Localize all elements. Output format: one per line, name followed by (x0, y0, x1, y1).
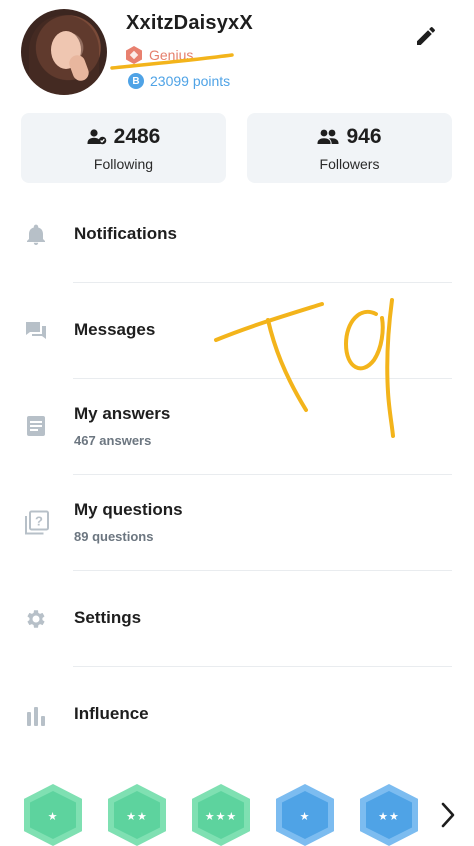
chevron-right-icon[interactable] (438, 800, 458, 830)
profile-header: XxitzDaisyxX Genius B 23099 points (0, 0, 474, 100)
menu-messages[interactable]: Messages (0, 283, 474, 379)
rank-row: Genius (126, 45, 193, 65)
badge-2[interactable]: ★★ (108, 784, 166, 846)
followers-count: 946 (346, 125, 382, 148)
badge-3-stars: ★★★ (204, 811, 238, 823)
gear-icon (27, 610, 45, 628)
rank-icon (126, 46, 142, 64)
menu-notifications[interactable]: Notifications (0, 190, 474, 283)
badge-5-stars: ★★ (378, 811, 400, 823)
menu-influence[interactable]: Influence (0, 667, 474, 763)
questions-icon: ? (25, 510, 49, 535)
my-questions-label: My questions (74, 500, 183, 519)
rank-label: Genius (149, 47, 194, 63)
points-row: B 23099 points (128, 72, 230, 90)
menu-my-questions[interactable]: ? My questions 89 questions (0, 475, 474, 571)
username: XxitzDaisyxX (126, 12, 253, 34)
badge-2-stars: ★★ (126, 811, 148, 823)
bell-icon (27, 224, 45, 245)
following-card[interactable]: 2486 Following (21, 113, 226, 183)
followers-card[interactable]: 946 Followers (247, 113, 452, 183)
following-icon (87, 129, 106, 145)
my-answers-count: 467 answers (74, 433, 152, 448)
menu-my-answers[interactable]: My answers 467 answers (0, 379, 474, 475)
svg-text:?: ? (35, 514, 43, 529)
badge-1-stars: ★ (47, 811, 59, 823)
following-label: Following (93, 156, 154, 172)
points-icon: B (128, 73, 144, 89)
badge-3[interactable]: ★★★ (192, 784, 250, 846)
badges-row: ★ ★★ ★★★ ★ ★★ (0, 780, 474, 846)
my-questions-count: 89 questions (74, 529, 154, 544)
following-count: 2486 (113, 125, 161, 148)
followers-icon (317, 129, 339, 144)
bar-chart-icon (27, 707, 45, 726)
badge-1[interactable]: ★ (24, 784, 82, 846)
notifications-label: Notifications (74, 224, 177, 243)
my-answers-label: My answers (74, 404, 171, 423)
avatar[interactable] (21, 9, 107, 95)
edit-pencil-icon[interactable] (414, 24, 438, 48)
menu-settings[interactable]: Settings (0, 571, 474, 667)
messages-label: Messages (74, 320, 156, 339)
influence-label: Influence (74, 704, 149, 723)
followers-label: Followers (319, 156, 380, 172)
settings-label: Settings (74, 608, 142, 627)
badge-4[interactable]: ★ (276, 784, 334, 846)
badge-5[interactable]: ★★ (360, 784, 418, 846)
answers-icon (27, 416, 45, 436)
messages-icon (26, 322, 46, 339)
badge-4-stars: ★ (299, 811, 311, 823)
points-text: 23099 points (150, 73, 231, 89)
